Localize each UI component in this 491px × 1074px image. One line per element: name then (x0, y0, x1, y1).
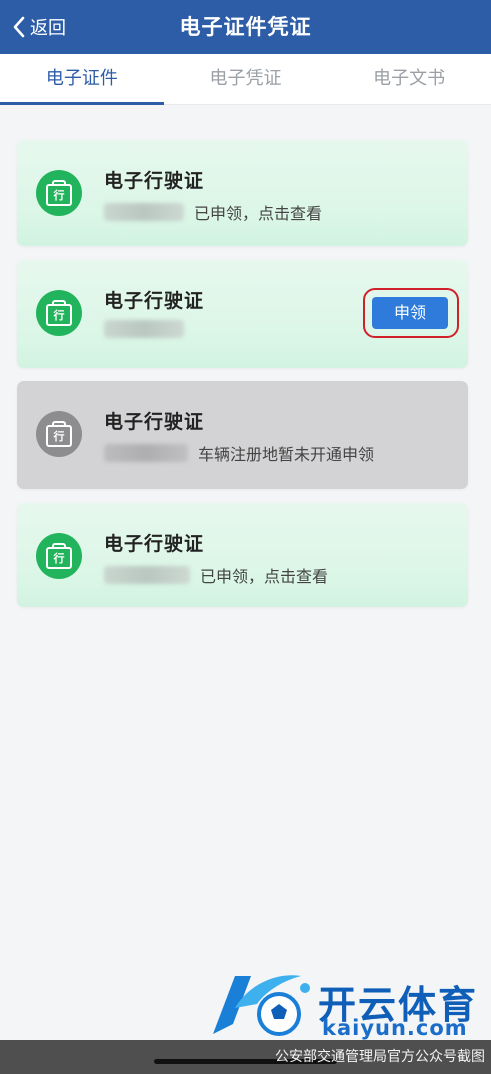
brand-logo-icon (213, 975, 310, 1036)
license-card[interactable]: 行 电子行驶证 已申领，点击查看 (17, 140, 468, 246)
card-subtitle: 车辆注册地暂未开通申领 (104, 441, 374, 465)
card-title: 电子行驶证 (104, 290, 205, 312)
card-title: 电子行驶证 (104, 170, 205, 192)
tab-electronic-id[interactable]: 电子证件 (0, 54, 164, 105)
license-card: 行 电子行驶证 车辆注册地暂未开通申领 (17, 381, 468, 489)
watermark-logo: 开云体育 kaiyun.com (205, 968, 491, 1040)
plate-number-obscured (104, 566, 190, 584)
card-status: 已申领，点击查看 (200, 567, 329, 586)
license-card[interactable]: 行 电子行驶证 已申领，点击查看 (17, 503, 468, 607)
brand-name-en: kaiyun.com (322, 1016, 468, 1040)
plate-number-obscured (104, 444, 188, 462)
plate-number-obscured (104, 320, 184, 338)
tab-bar: 电子证件 电子凭证 电子文书 (0, 54, 491, 105)
card-status: 已申领，点击查看 (194, 204, 323, 223)
card-title: 电子行驶证 (104, 411, 205, 433)
plate-number-obscured (104, 203, 184, 221)
page-title: 电子证件凭证 (179, 15, 312, 39)
top-nav-bar: 返回 电子证件凭证 (0, 0, 491, 54)
screenshot-credit: 公安部交通管理局官方公众号截图 (275, 1049, 485, 1065)
tab-electronic-document[interactable]: 电子文书 (327, 54, 491, 104)
card-subtitle: 已申领，点击查看 (104, 563, 328, 587)
card-status: 车辆注册地暂未开通申领 (198, 445, 375, 464)
vehicle-license-icon: 行 (36, 290, 82, 336)
card-subtitle: 已申领，点击查看 (104, 200, 322, 224)
license-card: 行 电子行驶证 申领 (17, 260, 468, 368)
vehicle-license-icon: 行 (36, 533, 82, 579)
license-list: 行 电子行驶证 已申领，点击查看 行 电子行驶证 申领 行 电子行驶证 车辆注册… (17, 140, 468, 621)
card-subtitle (104, 320, 184, 338)
vehicle-license-icon: 行 (36, 170, 82, 216)
vehicle-license-icon: 行 (36, 411, 82, 457)
tab-electronic-voucher[interactable]: 电子凭证 (164, 54, 328, 104)
card-title: 电子行驶证 (104, 533, 205, 555)
claim-button[interactable]: 申领 (372, 297, 448, 329)
